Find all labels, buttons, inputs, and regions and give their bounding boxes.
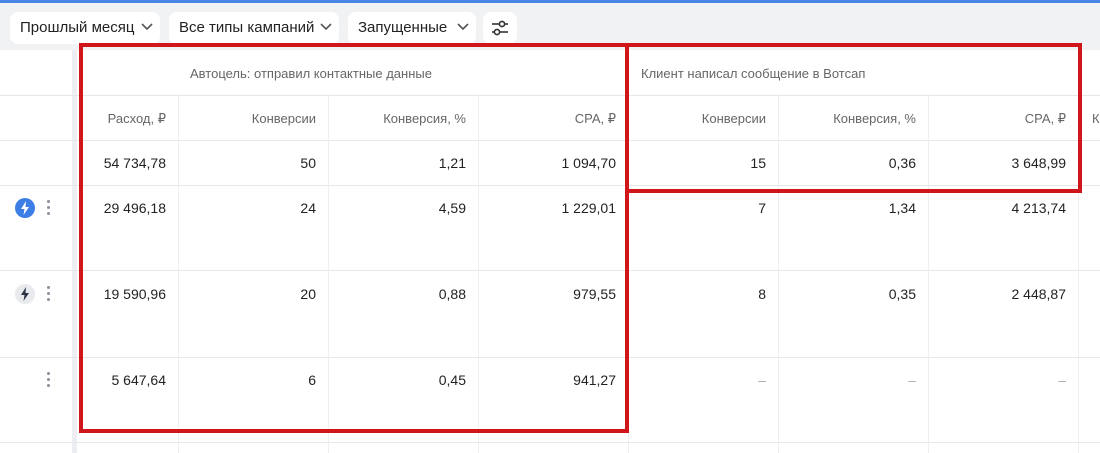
row-conversions: 7 xyxy=(758,200,766,216)
row-menu-icon[interactable] xyxy=(47,200,51,216)
period-filter-label: Прошлый месяц xyxy=(20,19,135,36)
period-filter[interactable]: Прошлый месяц xyxy=(10,12,160,44)
lightning-icon[interactable] xyxy=(15,284,35,304)
column-header-cut-off[interactable]: К xyxy=(1092,111,1100,126)
chevron-down-icon xyxy=(320,23,332,31)
row-conversion-rate: 0,35 xyxy=(888,286,916,302)
settings-button[interactable] xyxy=(483,12,517,44)
row-conversions: 8 xyxy=(758,286,766,302)
highlight-box-whatsapp xyxy=(625,43,1082,193)
row-menu-icon[interactable] xyxy=(47,372,51,388)
lightning-icon[interactable] xyxy=(15,198,35,218)
status-filter-label: Запущенные xyxy=(358,19,448,36)
status-filter[interactable]: Запущенные xyxy=(348,12,476,44)
divider xyxy=(0,442,1100,443)
row-conversions: – xyxy=(758,372,766,388)
row-cpa: 4 213,74 xyxy=(1011,200,1067,216)
chevron-down-icon xyxy=(457,23,469,31)
row-conversion-rate: – xyxy=(908,372,916,388)
row-cpa: 2 448,87 xyxy=(1011,286,1067,302)
chevron-down-icon xyxy=(141,23,153,31)
sliders-icon xyxy=(492,20,508,36)
frozen-column-shadow xyxy=(72,50,77,453)
highlight-box-contact-data xyxy=(79,43,629,433)
campaign-type-filter[interactable]: Все типы кампаний xyxy=(169,12,339,44)
row-cpa: – xyxy=(1058,372,1066,388)
row-conversion-rate: 1,34 xyxy=(888,200,916,216)
campaign-type-filter-label: Все типы кампаний xyxy=(179,19,315,36)
row-menu-icon[interactable] xyxy=(47,286,51,302)
